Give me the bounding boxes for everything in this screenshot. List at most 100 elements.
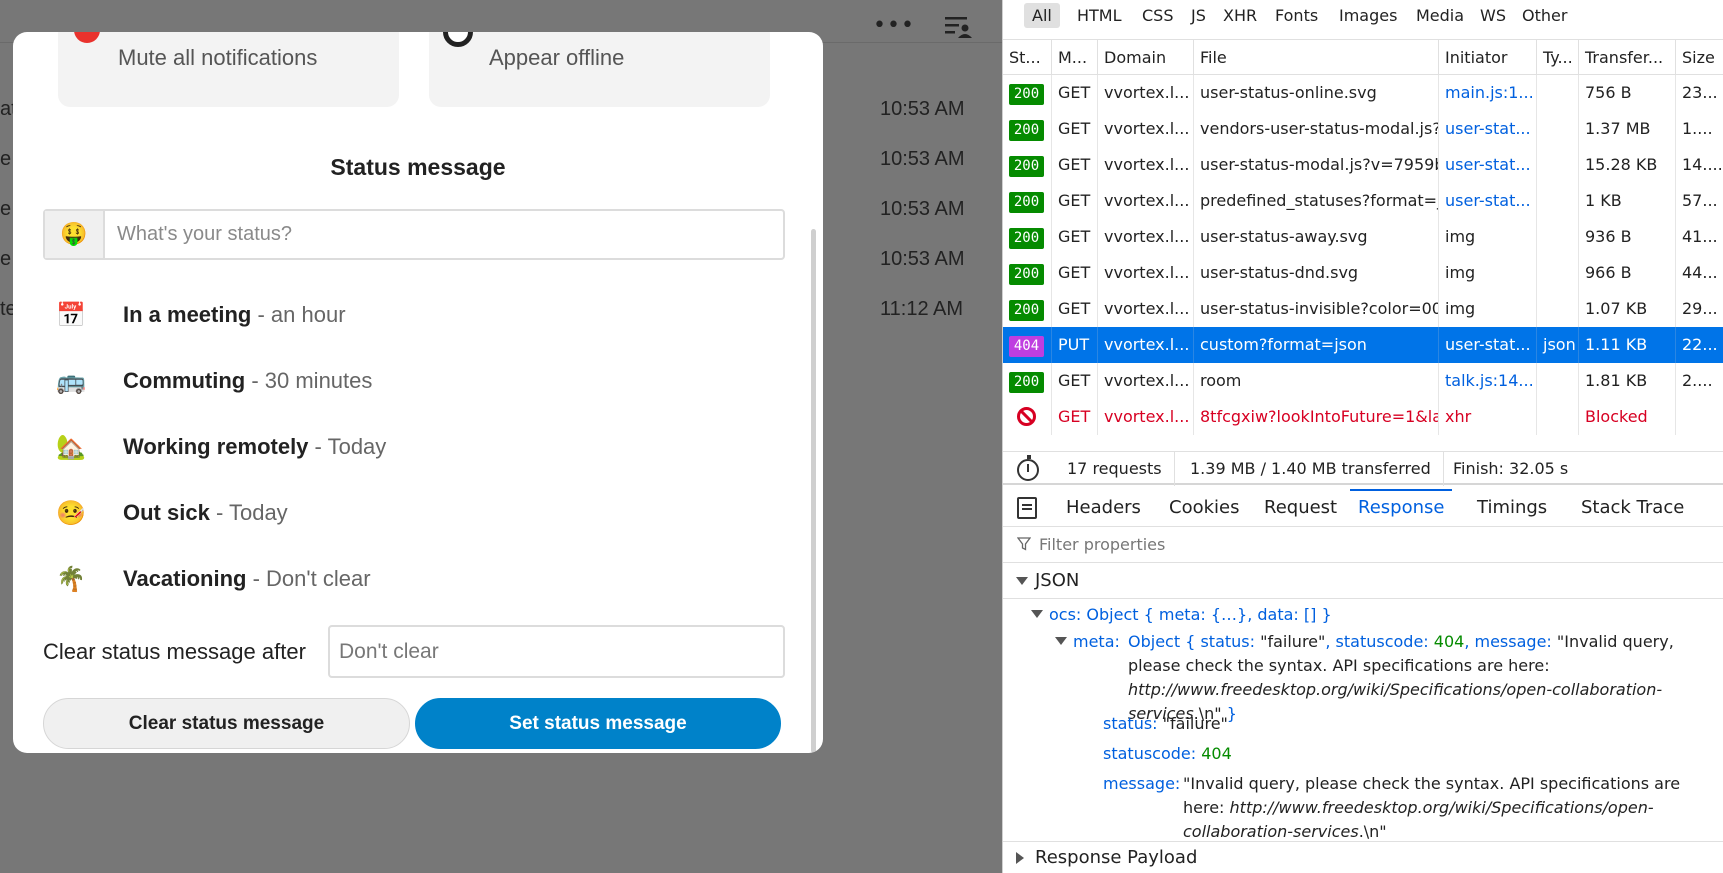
column-file[interactable]: File [1194, 40, 1439, 75]
participants-sidebar-icon[interactable] [944, 14, 972, 40]
predefined-status-title: Out sick - Today [123, 500, 288, 525]
toggle-panel-icon[interactable] [1017, 497, 1037, 519]
column-size[interactable]: Size [1676, 40, 1723, 75]
request-row[interactable]: 404 PUT vvortex.l... custom?format=json user… [1003, 327, 1723, 363]
response-payload-section[interactable]: Response Payload [1003, 841, 1723, 873]
tab-request[interactable]: Request [1256, 489, 1345, 527]
message-timestamp: 10:53 AM [880, 198, 965, 220]
clear-status-button[interactable]: Clear status message [43, 698, 410, 749]
request-cell-status: 200 [1003, 363, 1052, 399]
request-cell-initiator: talk.js:14... [1439, 363, 1537, 399]
predefined-status-remote[interactable]: 🏡 Working remotely - Today [43, 422, 783, 472]
request-cell-status: 200 [1003, 255, 1052, 291]
request-cell-domain: vvortex.l... [1098, 363, 1194, 399]
funnel-icon [1017, 537, 1031, 551]
tab-timings[interactable]: Timings [1469, 489, 1555, 527]
filter-fonts[interactable]: Fonts [1267, 3, 1326, 28]
online-status-offline[interactable]: Appear offline [429, 32, 770, 107]
request-initiator-text[interactable]: user-stat... [1445, 191, 1531, 210]
emoji-picker-button[interactable]: 🤑 [45, 211, 105, 258]
request-cell-domain: vvortex.l... [1098, 255, 1194, 291]
predefined-status-commuting[interactable]: 🚌 Commuting - 30 minutes [43, 356, 783, 406]
predefined-status-meeting[interactable]: 📅 In a meeting - an hour [43, 290, 783, 340]
predefined-status-vacation[interactable]: 🌴 Vacationing - Don't clear [43, 554, 783, 604]
filter-images[interactable]: Images [1331, 3, 1405, 28]
tab-headers[interactable]: Headers [1058, 489, 1149, 527]
request-method-text: PUT [1058, 335, 1090, 354]
request-initiator-text[interactable]: user-stat... [1445, 335, 1531, 354]
column-type[interactable]: Ty... [1537, 40, 1579, 75]
expand-arrow-icon [1031, 610, 1043, 618]
online-status-dnd[interactable]: Mute all notifications [58, 32, 399, 107]
request-cell-size: 1.... [1676, 111, 1723, 147]
modal-scrollbar[interactable] [811, 229, 816, 753]
filter-all[interactable]: All [1024, 3, 1060, 28]
tab-stack-trace[interactable]: Stack Trace [1573, 489, 1692, 527]
request-row[interactable]: 200 GET vvortex.l... predefined_statuses?fo… [1003, 183, 1723, 219]
clear-after-select[interactable]: Don't clear [328, 625, 785, 678]
request-row[interactable]: 200 GET vvortex.l... room talk.js:14... 1.81 … [1003, 363, 1723, 399]
request-row[interactable]: 200 GET vvortex.l... user-status-modal.js?v… [1003, 147, 1723, 183]
more-options-icon[interactable]: ••• [873, 12, 914, 40]
request-row[interactable]: 200 GET vvortex.l... user-status-invisible?… [1003, 291, 1723, 327]
set-status-button[interactable]: Set status message [415, 698, 781, 749]
stopwatch-icon[interactable] [1017, 455, 1039, 481]
request-cell-status: 200 [1003, 147, 1052, 183]
status-code-badge: 200 [1009, 228, 1044, 249]
filter-ws[interactable]: WS [1472, 3, 1514, 28]
request-row[interactable]: GET vvortex.l... 8tfcgxiw?lookIntoFuture=1… [1003, 399, 1723, 435]
request-row[interactable]: 200 GET vvortex.l... vendors-user-status-mo… [1003, 111, 1723, 147]
tab-response[interactable]: Response [1350, 489, 1453, 527]
request-cell-transferred: 1.37 MB [1579, 111, 1676, 147]
json-section-header[interactable]: JSON [1003, 563, 1723, 599]
json-node-ocs[interactable]: ocs: Object { meta: {…}, data: [] } [1031, 603, 1332, 627]
request-initiator-text[interactable]: main.js:1... [1445, 83, 1534, 102]
filter-js[interactable]: JS [1183, 3, 1214, 28]
column-initiator[interactable]: Initiator [1439, 40, 1537, 75]
request-initiator-text[interactable]: user-stat... [1445, 155, 1531, 174]
expand-arrow-icon [1016, 852, 1024, 864]
request-domain-text: vvortex.l... [1104, 227, 1190, 246]
request-cell-size: 44... [1676, 255, 1723, 291]
request-row[interactable]: 200 GET vvortex.l... user-status-dnd.svg img… [1003, 255, 1723, 291]
filter-css[interactable]: CSS [1134, 3, 1181, 28]
request-cell-status: 200 [1003, 75, 1052, 111]
status-code-badge: 200 [1009, 300, 1044, 321]
request-domain-text: vvortex.l... [1104, 299, 1190, 318]
request-transferred-text: Blocked [1585, 407, 1648, 426]
filter-xhr[interactable]: XHR [1215, 3, 1265, 28]
request-cell-method: GET [1052, 399, 1098, 435]
filter-other[interactable]: Other [1514, 3, 1575, 28]
request-domain-text: vvortex.l... [1104, 191, 1190, 210]
column-transferred[interactable]: Transfer... [1579, 40, 1676, 75]
request-cell-type [1537, 183, 1579, 219]
column-domain[interactable]: Domain [1098, 40, 1194, 75]
message-timestamp: 10:53 AM [880, 148, 965, 170]
request-row[interactable]: 200 GET vvortex.l... user-status-online.svg… [1003, 75, 1723, 111]
status-message-input[interactable] [107, 211, 783, 258]
status-code-badge: 404 [1009, 336, 1044, 357]
request-initiator-text[interactable]: user-stat... [1445, 119, 1531, 138]
tab-cookies[interactable]: Cookies [1161, 489, 1247, 527]
predefined-status-title: In a meeting - an hour [123, 302, 346, 327]
request-cell-domain: vvortex.l... [1098, 327, 1194, 363]
filter-properties-field[interactable]: Filter properties [1003, 527, 1723, 563]
json-node-meta[interactable]: meta: [1055, 630, 1120, 654]
column-method[interactable]: M... [1052, 40, 1098, 75]
filter-html[interactable]: HTML [1069, 3, 1130, 28]
request-initiator-text[interactable]: talk.js:14... [1445, 371, 1534, 390]
request-initiator-text: xhr [1445, 407, 1472, 426]
request-method-text: GET [1058, 191, 1091, 210]
request-cell-file: user-status-modal.js?v=7959b7 [1194, 147, 1439, 183]
filter-media[interactable]: Media [1408, 3, 1472, 28]
predefined-status-clear-time: - 30 minutes [251, 368, 373, 393]
request-cell-type [1537, 363, 1579, 399]
column-status[interactable]: St... [1003, 40, 1052, 75]
request-cell-domain: vvortex.l... [1098, 183, 1194, 219]
message-text-fragment: e [0, 198, 12, 220]
request-row[interactable]: 200 GET vvortex.l... user-status-away.svg im… [1003, 219, 1723, 255]
request-cell-method: GET [1052, 183, 1098, 219]
predefined-status-sick[interactable]: 🤒 Out sick - Today [43, 488, 783, 538]
request-domain-text: vvortex.l... [1104, 263, 1190, 282]
request-cell-status: 200 [1003, 219, 1052, 255]
